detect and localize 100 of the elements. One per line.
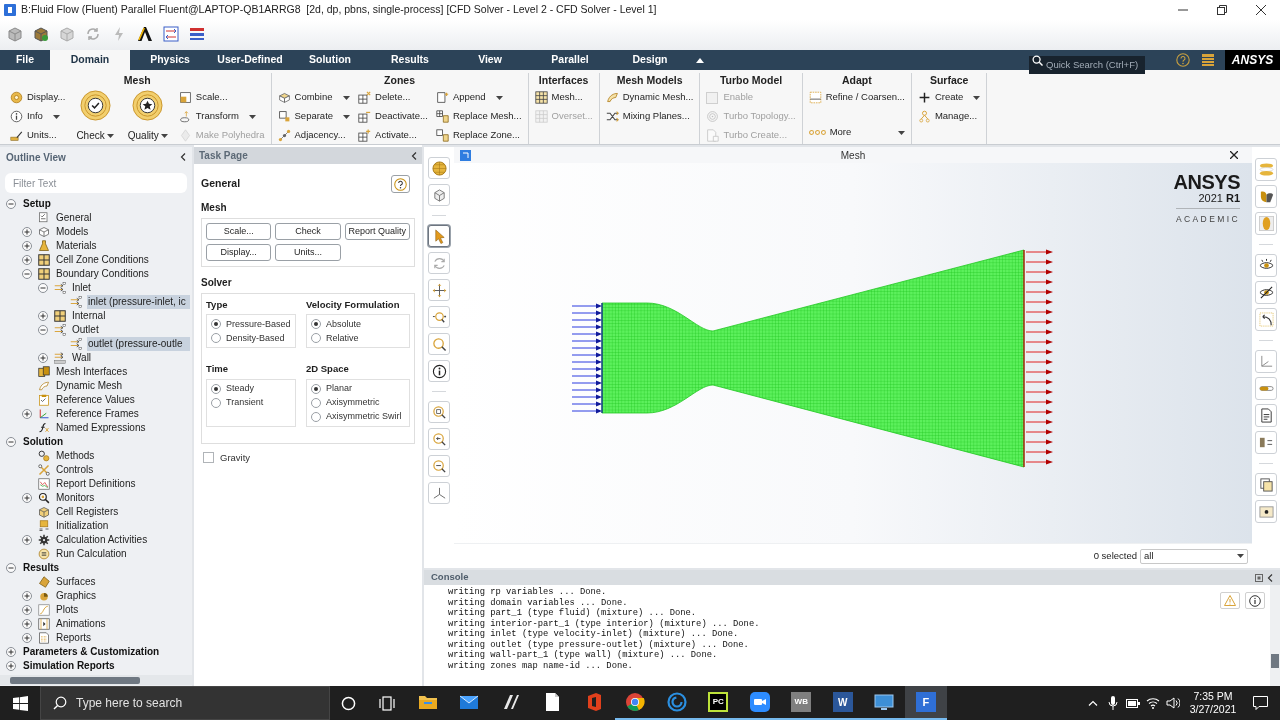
- radio-button[interactable]: [211, 319, 221, 330]
- ribbon-button[interactable]: Scale...: [178, 88, 265, 107]
- minus-icon[interactable]: [38, 283, 48, 293]
- tree-item[interactable]: Animations: [55, 617, 107, 631]
- tree-item[interactable]: Reference Values: [55, 393, 136, 407]
- chevron-up-icon[interactable]: [1088, 700, 1098, 706]
- tree-item[interactable]: Run Calculation: [55, 547, 128, 561]
- minus-icon[interactable]: [6, 563, 16, 573]
- tree-item[interactable]: Setup: [22, 197, 52, 211]
- tree-item[interactable]: Boundary Conditions: [55, 267, 150, 281]
- cube-icon[interactable]: [33, 26, 49, 42]
- plus-icon[interactable]: [6, 647, 16, 657]
- mesh-action-button[interactable]: Check: [275, 223, 341, 240]
- mesh-action-button[interactable]: Display...: [206, 244, 272, 261]
- chevron-left-icon[interactable]: [411, 151, 417, 160]
- ribbon-large-button[interactable]: Check: [73, 88, 117, 145]
- ribbon-button[interactable]: Deactivate...: [358, 107, 428, 126]
- close-icon[interactable]: [1255, 5, 1266, 15]
- battery-icon[interactable]: [1126, 698, 1140, 708]
- tree-item[interactable]: Reference Frames: [55, 407, 140, 421]
- clock-date[interactable]: 3/27/2021: [1189, 703, 1237, 716]
- mesh-action-button[interactable]: Report Quality: [344, 223, 410, 240]
- tree-item[interactable]: Named Expressions: [55, 421, 147, 435]
- ribbon-button[interactable]: Append: [435, 88, 522, 107]
- search-field[interactable]: Quick Search (Ctrl+F): [1029, 55, 1145, 74]
- ribbon-button[interactable]: Replace Zone...: [435, 126, 522, 145]
- tree-item[interactable]: Methods: [55, 449, 96, 463]
- list-panel-icon[interactable]: [1201, 53, 1215, 67]
- ribbon-button[interactable]: Combine: [277, 88, 351, 107]
- notification-icon[interactable]: [1253, 696, 1268, 710]
- taskbar-button[interactable]: F: [905, 686, 947, 720]
- taskbar-button[interactable]: W: [822, 686, 864, 720]
- tree-item[interactable]: Materials: [55, 239, 98, 253]
- filter-field[interactable]: Filter Text: [5, 173, 187, 193]
- ribbon-button[interactable]: Info: [10, 107, 66, 126]
- tree-item[interactable]: Internal: [71, 309, 107, 323]
- ribbon-tab[interactable]: Domain: [50, 50, 130, 70]
- ribbon-button[interactable]: Manage...: [917, 107, 981, 126]
- horizontal-scrollbar[interactable]: [0, 675, 192, 685]
- radio-button[interactable]: [311, 411, 321, 422]
- ribbon-button[interactable]: Create: [917, 88, 981, 107]
- plus-icon[interactable]: [22, 535, 32, 545]
- help-button[interactable]: [391, 175, 410, 193]
- tree-item[interactable]: Solution: [22, 435, 64, 449]
- checkbox[interactable]: [203, 452, 214, 464]
- plus-icon[interactable]: [22, 241, 32, 251]
- tree-item[interactable]: General: [55, 211, 93, 225]
- tree-item[interactable]: Inlet: [71, 281, 92, 295]
- radio-button[interactable]: [311, 397, 321, 408]
- mesh-action-button[interactable]: Scale...: [206, 223, 272, 240]
- ribbon-tab[interactable]: File: [0, 50, 50, 70]
- plus-icon[interactable]: [38, 353, 48, 363]
- radio-button[interactable]: [311, 333, 321, 344]
- radio-button[interactable]: [311, 319, 321, 330]
- ribbon-tab[interactable]: Physics: [130, 50, 210, 70]
- circle-icon[interactable]: [340, 695, 356, 711]
- filter-dropdown[interactable]: all: [1140, 548, 1248, 564]
- minus-icon[interactable]: [38, 325, 48, 335]
- plus-icon[interactable]: [22, 409, 32, 419]
- cube-icon[interactable]: [7, 26, 23, 42]
- tree-item[interactable]: outlet (pressure-outle: [87, 337, 190, 351]
- arrows-table-icon[interactable]: [163, 26, 179, 42]
- help-icon[interactable]: [1176, 53, 1190, 67]
- plus-icon[interactable]: [38, 311, 48, 321]
- plus-icon[interactable]: [22, 255, 32, 265]
- ribbon-tab[interactable]: View: [450, 50, 530, 70]
- tree-item[interactable]: Wall: [71, 351, 93, 365]
- tree-item[interactable]: Outlet: [71, 323, 100, 337]
- taskbar-button[interactable]: WB: [780, 686, 822, 720]
- plus-icon[interactable]: [22, 633, 32, 643]
- chevron-logo-icon[interactable]: [137, 26, 153, 42]
- microphone-icon[interactable]: [1108, 696, 1118, 710]
- radio-button[interactable]: [211, 397, 221, 408]
- plus-icon[interactable]: [22, 493, 32, 503]
- stripes-icon[interactable]: [189, 26, 205, 42]
- clock-time[interactable]: 7:35 PM: [1193, 690, 1233, 703]
- tree-item[interactable]: Monitors: [55, 491, 96, 505]
- ribbon-button[interactable]: Separate: [277, 107, 351, 126]
- tree-item[interactable]: Graphics: [55, 589, 97, 603]
- taskbar-button[interactable]: PC: [697, 686, 739, 720]
- tree-item[interactable]: Controls: [55, 463, 95, 477]
- speaker-icon[interactable]: [1166, 697, 1180, 709]
- ribbon-button[interactable]: Transform: [178, 107, 265, 126]
- mesh-action-button[interactable]: Units...: [275, 244, 341, 261]
- chevron-left-icon[interactable]: [180, 153, 186, 161]
- ribbon-button[interactable]: Mixing Planes...: [605, 107, 694, 126]
- caret-up-icon[interactable]: [696, 57, 704, 63]
- radio-button[interactable]: [311, 383, 321, 394]
- ribbon-tab[interactable]: Solution: [290, 50, 370, 70]
- ribbon-button[interactable]: Activate...: [358, 126, 428, 145]
- ribbon-tab[interactable]: User-Defined: [210, 50, 290, 70]
- plus-icon[interactable]: [22, 619, 32, 629]
- ribbon-button[interactable]: Delete...: [358, 88, 428, 107]
- tree-item[interactable]: Report Definitions: [55, 477, 137, 491]
- ribbon-button[interactable]: Refine / Coarsen...: [808, 88, 905, 107]
- ribbon-tab[interactable]: Results: [370, 50, 450, 70]
- tree-item[interactable]: Initialization: [55, 519, 110, 533]
- tree-item[interactable]: Simulation Reports: [22, 659, 116, 673]
- windows-logo-icon[interactable]: [12, 695, 28, 711]
- tree-item[interactable]: Surfaces: [55, 575, 97, 589]
